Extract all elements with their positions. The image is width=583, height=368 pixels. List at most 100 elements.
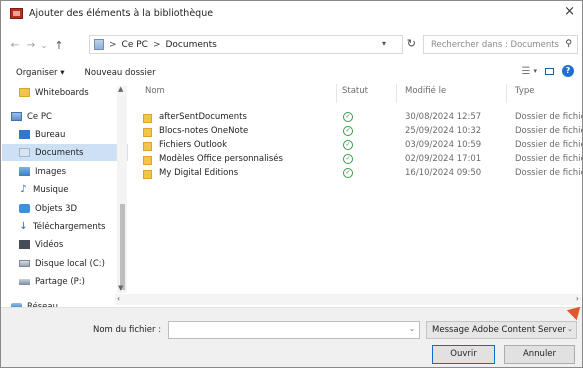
breadcrumb-separator: > [109, 39, 117, 50]
close-icon[interactable]: × [564, 4, 575, 19]
file-type-filter-value: Message Adobe Content Server [432, 325, 566, 335]
filename-label: Nom du fichier : [93, 325, 162, 335]
file-type-filter-select[interactable]: Message Adobe Content Server ⌄ [426, 321, 577, 339]
forward-arrow-icon[interactable]: → [23, 40, 39, 51]
modified-date: 30/08/2024 12:57 [405, 112, 482, 122]
column-divider[interactable] [506, 84, 507, 103]
breadcrumb-separator: > [152, 39, 161, 50]
sidebar-item-documents[interactable]: Documents [2, 144, 128, 161]
breadcrumb-documents[interactable]: Documents [166, 40, 217, 50]
file-name: Blocs-notes OneNote [159, 126, 249, 136]
adobe-digital-editions-icon [10, 7, 23, 19]
filename-input[interactable] [168, 321, 420, 339]
modified-date: 16/10/2024 09:50 [405, 168, 482, 178]
sidebar-item-music[interactable]: ♪ Musique [2, 181, 128, 198]
sidebar-item-3d-objects[interactable]: Objets 3D [2, 200, 128, 217]
table-row[interactable]: Fichiers Outlook ✓ 03/09/2024 10:59 Doss… [138, 140, 582, 153]
sidebar-item-label: Documents [35, 147, 84, 158]
sidebar-item-images[interactable]: Images [2, 163, 128, 180]
table-row[interactable]: afterSentDocuments ✓ 30/08/2024 12:57 Do… [138, 112, 582, 125]
title-bar: Ajouter des éléments à la bibliothèque × [1, 1, 582, 25]
objects-3d-icon [19, 204, 30, 213]
sidebar-item-label: Whiteboards [35, 87, 89, 98]
sidebar-item-whiteboards[interactable]: Whiteboards [2, 84, 128, 101]
sidebar-item-downloads[interactable]: ↓ Téléchargements [2, 218, 128, 235]
table-row[interactable]: Blocs-notes OneNote ✓ 25/09/2024 10:32 D… [138, 126, 582, 139]
back-arrow-icon[interactable]: ← [7, 40, 23, 51]
sync-status-icon: ✓ [343, 168, 353, 178]
sidebar-item-label: Objets 3D [35, 203, 78, 214]
file-type: Dossier de fichiers [515, 112, 582, 122]
table-row[interactable]: Modèles Office personnalisés ✓ 02/09/202… [138, 154, 582, 167]
horizontal-scrollbar[interactable]: ‹ › [115, 294, 581, 305]
column-header-type[interactable]: Type [515, 86, 535, 96]
sidebar-item-share-drive[interactable]: Partage (P:) [2, 273, 128, 290]
file-type: Dossier de fichiers [515, 168, 582, 178]
file-name: afterSentDocuments [159, 112, 247, 122]
help-icon[interactable]: ? [562, 65, 574, 77]
sync-status-icon: ✓ [343, 126, 353, 136]
organize-button[interactable]: Organiser ▾ [16, 68, 65, 78]
scrollbar-thumb[interactable] [120, 204, 125, 290]
sidebar-item-label: Disque local (C:) [35, 258, 105, 269]
sync-status-icon: ✓ [343, 154, 353, 164]
documents-icon [19, 148, 30, 157]
folder-icon [143, 128, 152, 137]
column-header-modified[interactable]: Modifié le [405, 86, 446, 96]
column-divider[interactable] [396, 84, 397, 103]
sidebar-item-local-disk[interactable]: Disque local (C:) [2, 255, 128, 272]
scroll-up-icon[interactable]: ▲ [118, 85, 123, 93]
refresh-icon[interactable]: ↻ [407, 37, 416, 50]
up-arrow-icon[interactable]: ↑ [51, 39, 67, 52]
table-row[interactable]: My Digital Editions ✓ 16/10/2024 09:50 D… [138, 168, 582, 181]
search-icon[interactable]: ⚲ [565, 39, 572, 49]
cancel-button[interactable]: Annuler [504, 345, 575, 364]
dialog-footer: Nom du fichier : ⌄ Message Adobe Content… [1, 307, 582, 367]
sidebar-item-label: Ce PC [27, 111, 52, 122]
file-type: Dossier de fichiers [515, 154, 582, 164]
file-name: Modèles Office personnalisés [159, 154, 283, 164]
scroll-down-icon[interactable]: ▼ [118, 284, 123, 292]
sidebar-item-videos[interactable]: Vidéos [2, 236, 128, 253]
new-folder-button[interactable]: Nouveau dossier [85, 68, 156, 78]
sidebar-item-label: Téléchargements [33, 221, 106, 232]
column-divider[interactable] [336, 84, 337, 103]
sidebar-item-label: Vidéos [35, 239, 64, 250]
scroll-left-icon[interactable]: ‹ [117, 294, 120, 303]
folder-icon [143, 114, 152, 123]
videos-icon [19, 240, 30, 249]
pc-icon [11, 112, 22, 121]
breadcrumb-this-pc[interactable]: Ce PC [122, 40, 148, 50]
navigation-pane: Whiteboards Ce PC Bureau Documents Image… [2, 84, 128, 294]
sync-status-icon: ✓ [343, 140, 353, 150]
sidebar-item-this-pc[interactable]: Ce PC [2, 108, 125, 125]
sort-ascending-icon: ^ [235, 84, 241, 89]
search-box[interactable]: Rechercher dans : Documents ⚲ [423, 35, 578, 54]
open-button[interactable]: Ouvrir [432, 345, 495, 364]
modified-date: 02/09/2024 17:01 [405, 154, 482, 164]
recent-locations-chevron-icon[interactable]: ⌄ [39, 41, 49, 50]
search-input[interactable]: Rechercher dans : Documents [431, 40, 559, 50]
window-title: Ajouter des éléments à la bibliothèque [29, 7, 214, 19]
chevron-down-icon[interactable]: ⌄ [567, 325, 573, 333]
images-icon [19, 167, 30, 176]
modified-date: 03/09/2024 10:59 [405, 140, 482, 150]
preview-pane-icon[interactable] [545, 67, 554, 75]
file-name: Fichiers Outlook [159, 140, 228, 150]
column-header-name[interactable]: Nom [145, 86, 165, 96]
column-header-status[interactable]: Statut [342, 86, 368, 96]
navigation-pane-scrollbar[interactable]: ▲ ▼ [117, 85, 127, 293]
view-options-icon[interactable]: ☰ [522, 66, 531, 77]
disk-icon [19, 260, 30, 267]
filename-dropdown-icon[interactable]: ⌄ [409, 325, 415, 333]
address-bar[interactable]: > Ce PC > Documents ▾ ↻ [89, 35, 416, 54]
modified-date: 25/09/2024 10:32 [405, 126, 482, 136]
file-dialog-window: Ajouter des éléments à la bibliothèque ×… [0, 0, 583, 368]
folder-icon [143, 156, 152, 165]
address-dropdown-icon[interactable]: ▾ [382, 39, 386, 48]
scroll-right-icon[interactable]: › [576, 294, 579, 303]
folder-icon [143, 142, 152, 151]
sidebar-item-label: Partage (P:) [35, 276, 85, 287]
sidebar-item-desktop[interactable]: Bureau [2, 126, 128, 143]
view-options-chevron-icon[interactable]: ▾ [533, 67, 537, 75]
